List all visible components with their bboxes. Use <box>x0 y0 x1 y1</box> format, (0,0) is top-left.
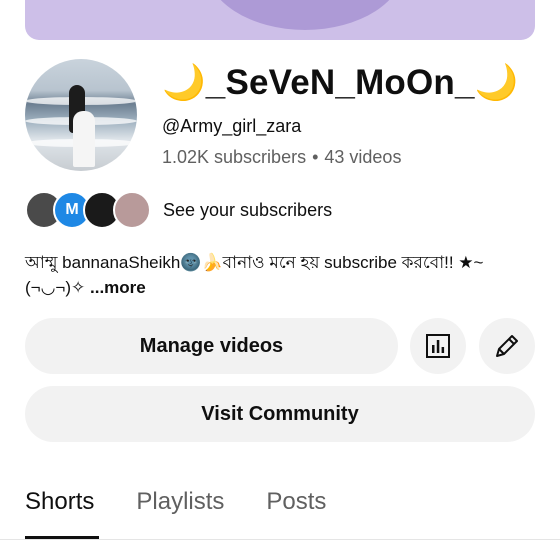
channel-name-text: _SeVeN_MoOn_ <box>205 63 475 102</box>
visit-community-label: Visit Community <box>201 402 359 425</box>
banner-moon-graphic <box>205 0 405 30</box>
subscriber-avatar-letter: M <box>65 201 79 218</box>
tab-shorts[interactable]: Shorts <box>25 488 94 516</box>
manage-videos-button[interactable]: Manage videos <box>25 318 398 374</box>
tab-posts[interactable]: Posts <box>266 488 326 516</box>
channel-tabs: Shorts Playlists Posts <box>25 488 368 516</box>
channel-description[interactable]: আম্মু bannanaSheikh🌚🍌বানাও মনে হয় subsc… <box>25 250 540 300</box>
tabs-divider <box>0 539 560 540</box>
channel-avatar[interactable] <box>25 59 137 171</box>
description-more-link[interactable]: ...more <box>90 278 146 297</box>
analytics-button[interactable] <box>410 318 466 374</box>
channel-banner[interactable] <box>25 0 535 40</box>
moon-icon: 🌙 <box>474 63 519 102</box>
pencil-icon <box>496 335 518 357</box>
channel-stats: 1.02K subscribers • 43 videos <box>162 147 401 168</box>
subscribers-preview-row[interactable]: M See your subscribers <box>25 191 332 229</box>
manage-videos-label: Manage videos <box>139 334 284 357</box>
channel-name: 🌙_SeVeN_MoOn_🌙 <box>162 62 518 103</box>
video-count: 43 videos <box>324 147 402 167</box>
avatar-figure-body <box>73 111 95 167</box>
channel-handle: @Army_girl_zara <box>162 116 302 136</box>
visit-community-button[interactable]: Visit Community <box>25 386 535 442</box>
analytics-icon <box>426 334 450 358</box>
subscriber-count: 1.02K subscribers <box>162 147 307 167</box>
see-subscribers-link[interactable]: See your subscribers <box>163 200 332 221</box>
subscriber-avatar-stack: M <box>25 191 151 229</box>
stats-separator: • <box>312 147 319 167</box>
subscriber-avatar <box>113 191 151 229</box>
tab-playlists[interactable]: Playlists <box>136 488 224 516</box>
moon-icon: 🌙 <box>162 63 206 102</box>
edit-channel-button[interactable] <box>479 318 535 374</box>
